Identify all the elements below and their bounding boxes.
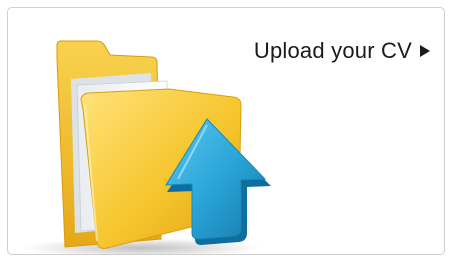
upload-cv-card[interactable]: Upload your CV [7, 7, 445, 255]
play-arrow-icon [420, 45, 430, 57]
upload-cv-link[interactable]: Upload your CV [254, 38, 430, 64]
upload-cv-label: Upload your CV [253, 38, 412, 63]
